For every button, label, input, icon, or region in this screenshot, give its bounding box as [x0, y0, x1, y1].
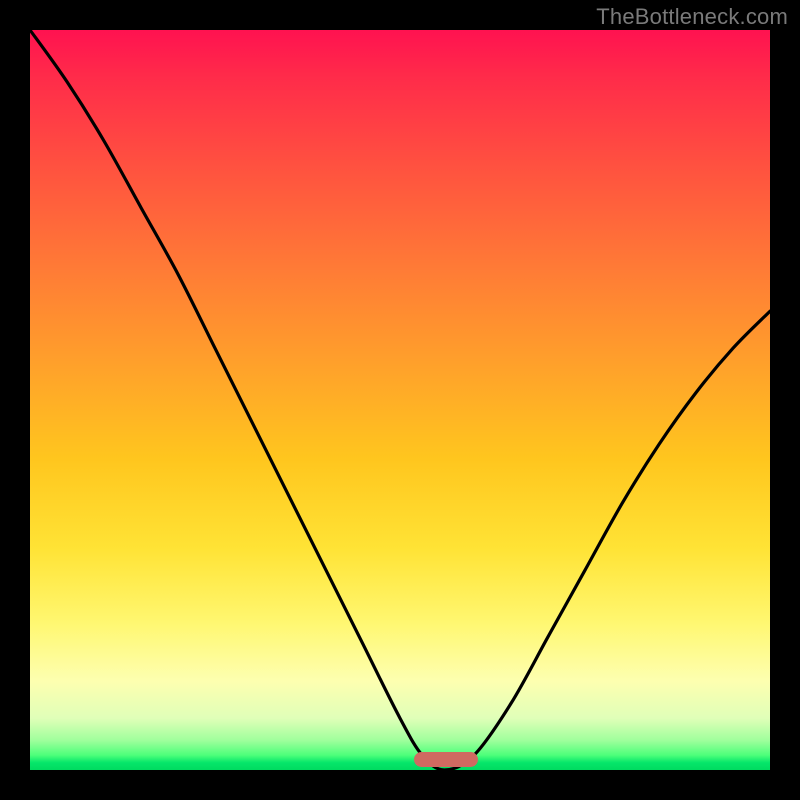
- optimal-marker: [414, 752, 478, 767]
- bottleneck-curve: [30, 30, 770, 770]
- watermark-text: TheBottleneck.com: [596, 4, 788, 30]
- curve-path: [30, 30, 770, 770]
- plot-area: [30, 30, 770, 770]
- chart-frame: TheBottleneck.com: [0, 0, 800, 800]
